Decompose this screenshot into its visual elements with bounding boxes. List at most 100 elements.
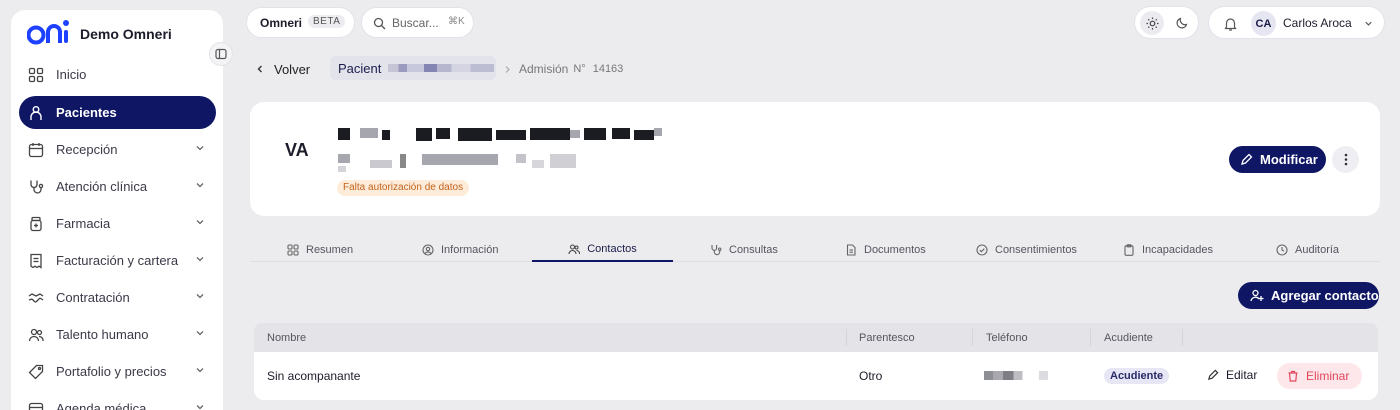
search-placeholder: Buscar...	[392, 16, 439, 30]
user-plus-icon	[1250, 289, 1264, 302]
sidebar-item-label: Talento humano	[56, 327, 149, 342]
receipt-icon	[27, 252, 45, 270]
chevron-down-icon	[196, 183, 204, 188]
column-telefono: Teléfono	[986, 332, 1028, 344]
tab-resumen[interactable]: Resumen	[287, 238, 353, 262]
tab-label: Consultas	[729, 244, 778, 256]
tab-informacion[interactable]: Información	[422, 238, 498, 262]
sidebar-item-label: Recepción	[56, 142, 118, 157]
guardian-badge: Acudiente	[1104, 368, 1170, 384]
column-parentesco: Parentesco	[859, 332, 915, 344]
sidebar-item-talento-humano[interactable]: Talento humano	[19, 318, 216, 351]
clock-icon	[1276, 244, 1288, 256]
patient-card: VA Falta autorización de datos Modificar	[250, 102, 1380, 216]
stethoscope-icon	[27, 178, 45, 196]
breadcrumb-admission: Admisión N° 14163	[503, 58, 623, 80]
moon-icon	[1176, 17, 1188, 29]
tab-incapacidades[interactable]: Incapacidades	[1123, 238, 1213, 262]
table-row: Sin acompanante Otro Acudiente Editar El…	[254, 352, 1378, 400]
tab-consentimientos[interactable]: Consentimientos	[976, 238, 1077, 262]
chevron-down-icon	[196, 220, 204, 225]
breadcrumb-patient[interactable]: Pacient	[330, 56, 496, 80]
sidebar-item-portafolio[interactable]: Portafolio y precios	[19, 355, 216, 388]
tab-label: Auditoría	[1295, 244, 1340, 256]
sidebar-item-pacientes[interactable]: Pacientes	[19, 96, 216, 129]
app-name: Demo Omneri	[80, 26, 172, 42]
patient-initials: VA	[285, 140, 309, 160]
search-shortcut: ⌘K	[448, 16, 465, 27]
sidebar-item-label: Portafolio y precios	[56, 364, 167, 379]
light-mode-button[interactable]	[1140, 11, 1164, 35]
chevron-down-icon	[1365, 21, 1372, 26]
patient-tabs: Resumen Información Contactos Consultas …	[250, 238, 1380, 262]
stethoscope-icon	[711, 245, 722, 256]
tab-label: Documentos	[864, 244, 926, 256]
tab-documentos[interactable]: Documentos	[845, 238, 926, 262]
edit-button[interactable]: Editar	[1207, 368, 1257, 382]
column-acudiente: Acudiente	[1104, 332, 1153, 344]
tab-label: Resumen	[306, 244, 354, 256]
trash-icon	[1288, 370, 1298, 382]
sidebar-item-label: Agenda médica	[56, 401, 147, 410]
more-vertical-icon	[1344, 153, 1347, 166]
sidebar: Demo Omneri Inicio Pacientes Recepción A…	[11, 10, 233, 410]
edit-label: Editar	[1226, 368, 1258, 382]
patient-icon	[27, 104, 45, 122]
delete-button[interactable]: Eliminar	[1277, 363, 1362, 389]
clipboard-icon	[1124, 244, 1134, 256]
users-icon	[568, 244, 581, 255]
more-options-button[interactable]	[1332, 146, 1359, 173]
sidebar-item-label: Pacientes	[56, 105, 117, 120]
chevron-down-icon	[196, 331, 204, 336]
dark-mode-button[interactable]	[1170, 11, 1194, 35]
user-name: Carlos Aroca	[1283, 16, 1352, 30]
sidebar-toggle-icon	[215, 48, 227, 60]
sidebar-item-inicio[interactable]: Inicio	[19, 58, 216, 91]
user-menu[interactable]: CA Carlos Aroca	[1208, 6, 1385, 39]
contacts-table-header: Nombre Parentesco Teléfono Acudiente	[254, 323, 1378, 352]
sidebar-item-agenda-medica[interactable]: Agenda médica	[19, 392, 216, 410]
redacted-patient-name	[388, 64, 494, 72]
sidebar-item-contratacion[interactable]: Contratación	[19, 281, 216, 314]
org-switcher[interactable]: Omneri BETA	[246, 7, 355, 38]
chevron-down-icon	[196, 257, 204, 262]
add-contact-label: Agregar contacto	[1271, 288, 1379, 303]
admission-prefix: N°	[573, 63, 586, 75]
tag-icon	[27, 363, 45, 381]
omneri-logo	[27, 20, 69, 45]
tab-consultas[interactable]: Consultas	[710, 238, 778, 262]
contact-relation: Otro	[859, 369, 883, 383]
sidebar-item-recepcion[interactable]: Recepción	[19, 133, 216, 166]
search-box[interactable]: Buscar... ⌘K	[361, 7, 474, 38]
bell-icon[interactable]	[1224, 17, 1237, 31]
sidebar-item-label: Contratación	[56, 290, 130, 305]
sidebar-item-label: Atención clínica	[56, 179, 148, 194]
pencil-icon	[1207, 369, 1219, 381]
delete-label: Eliminar	[1306, 369, 1350, 383]
consent-warning-badge: Falta autorización de datos	[337, 180, 470, 196]
chevron-down-icon	[196, 368, 204, 373]
pencil-icon	[1241, 153, 1253, 165]
admission-number: 14163	[592, 63, 624, 75]
grid-icon	[27, 66, 45, 84]
sidebar-item-facturacion[interactable]: Facturación y cartera	[19, 244, 216, 277]
back-label: Volver	[274, 61, 311, 77]
tab-auditoria[interactable]: Auditoría	[1276, 238, 1339, 262]
breadcrumb-patient-label: Pacient	[338, 61, 382, 76]
back-link[interactable]: Volver	[254, 58, 310, 80]
column-nombre: Nombre	[267, 332, 307, 344]
sidebar-item-atencion-clinica[interactable]: Atención clínica	[19, 170, 216, 203]
users-icon	[27, 326, 45, 344]
tab-label: Contactos	[587, 243, 637, 255]
user-circle-icon	[422, 244, 434, 256]
org-name: Omneri	[260, 16, 303, 30]
modify-label: Modificar	[1260, 152, 1318, 167]
add-contact-button[interactable]: Agregar contacto	[1238, 282, 1379, 309]
sidebar-item-farmacia[interactable]: Farmacia	[19, 207, 216, 240]
tab-contactos[interactable]: Contactos	[532, 238, 673, 262]
chevron-down-icon	[196, 405, 204, 410]
calendar-icon	[27, 141, 45, 159]
collapse-sidebar-button[interactable]	[209, 42, 233, 66]
chevron-down-icon	[196, 146, 204, 151]
modify-button[interactable]: Modificar	[1229, 146, 1326, 173]
